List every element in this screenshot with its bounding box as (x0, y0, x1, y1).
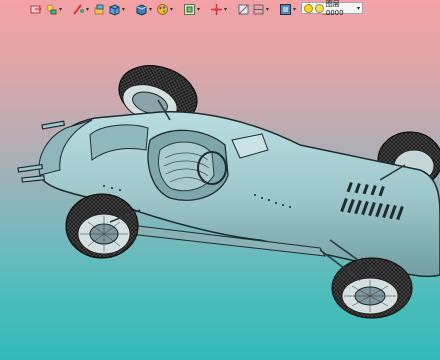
chevron-down-icon[interactable]: ▾ (266, 3, 271, 16)
extrude-icon[interactable] (93, 3, 106, 16)
chevron-down-icon[interactable]: ▾ (86, 3, 91, 16)
layer-select-value: 图层0000 (325, 0, 344, 17)
layer-state-icon[interactable] (45, 3, 58, 16)
view-orientation-icon[interactable] (279, 3, 292, 16)
chevron-down-icon[interactable]: ▾ (149, 3, 154, 16)
chevron-down-icon[interactable]: ▾ (224, 3, 229, 16)
chevron-down-icon[interactable]: ▾ (170, 3, 175, 16)
layer-manager-icon[interactable] (30, 3, 43, 16)
3d-viewport[interactable]: ▾ ▾ ▾ ▾ ▾ ▾ ▾ ▾ ▾ ▾ 图层0000 ▾ (0, 0, 440, 360)
lightbulb-icon[interactable] (304, 3, 313, 13)
chevron-down-icon[interactable]: ▾ (357, 5, 360, 12)
layer-select[interactable]: 图层0000 ▾ (301, 0, 363, 17)
chevron-down-icon[interactable]: ▾ (197, 3, 202, 16)
chevron-down-icon[interactable]: ▾ (293, 3, 298, 16)
section-icon[interactable] (237, 3, 250, 16)
sun-icon[interactable] (314, 3, 324, 13)
display-style-icon[interactable] (183, 3, 196, 16)
chevron-down-icon[interactable]: ▾ (59, 3, 64, 16)
frame-icon[interactable] (252, 3, 265, 16)
sketch-icon[interactable] (72, 3, 85, 16)
chevron-down-icon[interactable]: ▾ (122, 3, 127, 16)
view-cube-icon[interactable] (135, 3, 148, 16)
move-icon[interactable] (210, 3, 223, 16)
race-car-model[interactable] (0, 0, 440, 360)
front-left-wheel[interactable] (65, 193, 139, 259)
toolbar: ▾ ▾ ▾ ▾ ▾ ▾ ▾ ▾ ▾ ▾ (30, 1, 440, 17)
appearance-icon[interactable] (156, 3, 169, 16)
box-icon[interactable] (108, 3, 121, 16)
